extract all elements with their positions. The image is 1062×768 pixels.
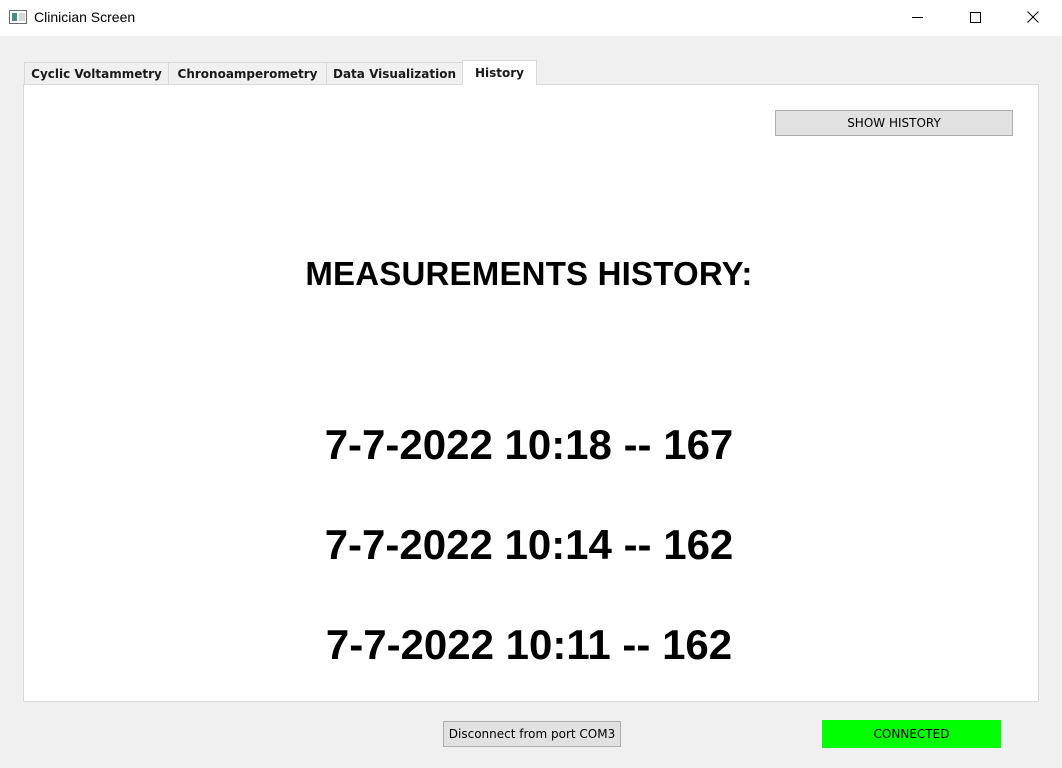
- window-title: Clinician Screen: [34, 9, 136, 25]
- disconnect-button[interactable]: Disconnect from port COM3: [443, 721, 621, 747]
- tab-chronoamperometry[interactable]: Chronoamperometry: [168, 62, 327, 85]
- close-icon: [1027, 11, 1039, 23]
- tab-label: Data Visualization: [333, 67, 456, 81]
- maximize-icon: [969, 11, 981, 23]
- connection-status-badge: CONNECTED: [822, 720, 1001, 748]
- history-entry: 7-7-2022 10:11 -- 162: [325, 621, 733, 668]
- app-icon: [9, 10, 27, 24]
- tab-history[interactable]: History: [462, 60, 537, 85]
- history-heading: MEASUREMENTS HISTORY:: [305, 255, 753, 292]
- tab-data-visualization[interactable]: Data Visualization: [326, 62, 463, 85]
- history-panel: SHOW HISTORY MEASUREMENTS HISTORY: 7-7-2…: [23, 84, 1039, 702]
- minimize-icon: [911, 16, 923, 18]
- show-history-button[interactable]: SHOW HISTORY: [775, 110, 1013, 136]
- history-entry: 7-7-2022 10:14 -- 162: [324, 521, 734, 568]
- tab-label: Chronoamperometry: [177, 67, 318, 81]
- title-bar: Clinician Screen: [0, 0, 1062, 36]
- close-button[interactable]: [1004, 0, 1062, 34]
- maximize-button[interactable]: [946, 0, 1004, 34]
- minimize-button[interactable]: [888, 0, 946, 34]
- tab-label: Cyclic Voltammetry: [31, 67, 162, 81]
- history-entry: 7-7-2022 10:18 -- 167: [324, 421, 734, 468]
- tab-cyclic-voltammetry[interactable]: Cyclic Voltammetry: [24, 62, 169, 85]
- tab-label: History: [474, 66, 525, 80]
